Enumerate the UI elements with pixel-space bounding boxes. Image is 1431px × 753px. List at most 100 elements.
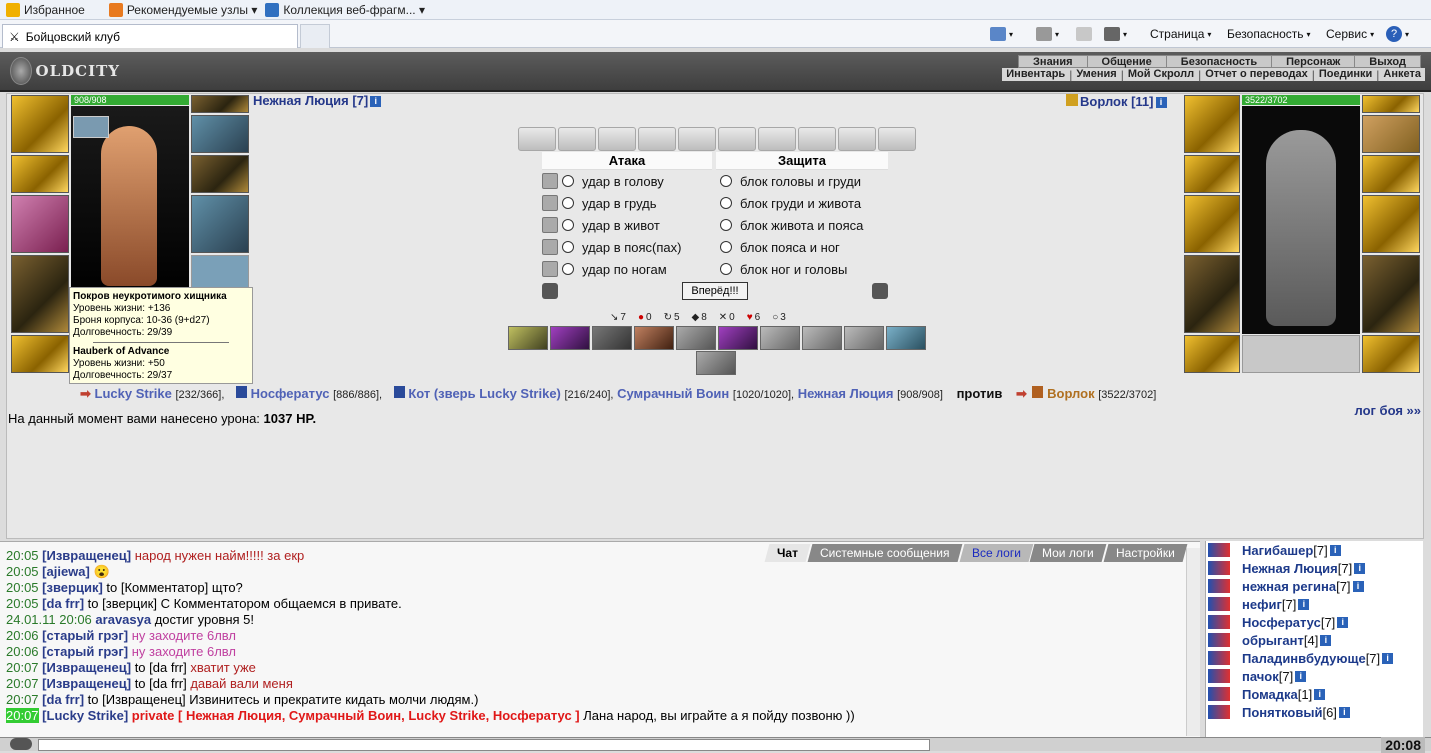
attack-stomach[interactable]: удар в живот [542,214,712,236]
attack-legs[interactable]: удар по ногам [542,258,712,280]
scroll-slot[interactable] [878,127,916,151]
info-icon[interactable]: i [1295,670,1307,682]
checkbox[interactable] [542,195,558,211]
bracers-slot[interactable] [11,155,69,193]
scroll-slot[interactable] [518,127,556,151]
info-icon[interactable]: i [1354,562,1366,574]
enemy-boots-slot[interactable] [1362,255,1420,333]
ally-name[interactable]: Кот (зверь Lucky Strike) [408,386,561,401]
cancel-icon[interactable] [542,283,558,299]
radio-button[interactable] [720,197,732,209]
block-stomach-belt[interactable]: блок живота и пояса [716,214,888,236]
info-icon[interactable]: i [1298,598,1310,610]
ally-name[interactable]: Lucky Strike [95,386,172,401]
skill-heal-icon[interactable] [634,326,674,350]
user-list-item[interactable]: Понятковый [6] i [1208,703,1423,721]
user-list-item[interactable]: Паладинвбудующе [7] i [1208,649,1423,667]
player-avatar[interactable] [71,106,189,296]
enemy-belt-slot[interactable] [1184,335,1240,373]
skill-dash-icon[interactable] [802,326,842,350]
chat-nick[interactable]: aravasya [95,612,151,627]
skill-magic-icon[interactable] [550,326,590,350]
radio-button[interactable] [562,175,574,187]
belt-slot[interactable] [11,335,69,373]
scroll-slot[interactable] [838,127,876,151]
radio-button[interactable] [562,219,574,231]
enemy-extra-slot[interactable] [1362,335,1420,373]
menu-scroll[interactable]: Мой Скролл [1124,68,1198,81]
private-message-icon[interactable] [1208,651,1230,665]
enemy-helmet-slot[interactable] [1184,95,1240,153]
attack-button[interactable]: Вперёд!!! [682,282,748,300]
menu-skills[interactable]: Умения [1072,68,1120,81]
tools-menu[interactable]: Сервис ▾ [1326,24,1374,44]
gloves-slot[interactable] [191,155,249,193]
favorites-button[interactable]: Избранное [6,2,85,17]
info-icon[interactable]: i [1338,706,1350,718]
radio-button[interactable] [720,219,732,231]
private-message-icon[interactable] [1208,597,1230,611]
player-name[interactable]: Нежная Люция [7] i [253,93,382,108]
mail-button[interactable] [1076,24,1092,44]
enemy-armor-slot[interactable] [1184,255,1240,333]
security-menu[interactable]: Безопасность ▾ [1227,24,1311,44]
chat-nick[interactable]: [ajiewa] [42,564,90,579]
feeds-button[interactable]: ▾ [1036,24,1059,44]
private-message-icon[interactable] [1208,543,1230,557]
chat-scrollbar[interactable] [1186,548,1200,736]
checkbox[interactable] [542,239,558,255]
ally-name[interactable]: Сумрачный Воин [617,386,729,401]
scroll-slot[interactable] [638,127,676,151]
scroll-slot[interactable] [718,127,756,151]
radio-button[interactable] [720,241,732,253]
user-list-item[interactable]: пачок [7] i [1208,667,1423,685]
chat-nick[interactable]: [старый грэг] [42,644,128,659]
private-message-icon[interactable] [1208,669,1230,683]
private-message-icon[interactable] [1208,633,1230,647]
scroll-slot[interactable] [598,127,636,151]
user-list-item[interactable]: Помадка [1] i [1208,685,1423,703]
block-chest-stomach[interactable]: блок груди и живота [716,192,888,214]
helmet-slot[interactable] [11,95,69,153]
battle-log-link[interactable]: лог боя »» [1354,403,1421,418]
ally-name[interactable]: Нежная Люция [798,386,894,401]
attack-chest[interactable]: удар в грудь [542,192,712,214]
radio-button[interactable] [720,263,732,275]
chat-input[interactable] [38,739,930,751]
page-menu[interactable]: Страница ▾ [1150,24,1211,44]
shield-slot[interactable] [191,255,249,291]
enemy-bracers-slot[interactable] [1184,155,1240,193]
user-list-item[interactable]: нежная регина [7] i [1208,577,1423,595]
enemy-name[interactable]: Ворлок [11] i [1066,94,1167,109]
recommended-sites[interactable]: Рекомендуемые узлы ▾ [108,2,257,17]
refresh-icon[interactable] [872,283,888,299]
user-list-item[interactable]: Нежная Люция [7] i [1208,559,1423,577]
chat-nick[interactable]: [da frr] [42,692,84,707]
info-icon[interactable]: i [370,96,382,108]
enemy-team-name[interactable]: Ворлок [1047,386,1094,401]
ally-name[interactable]: Носфератус [251,386,330,401]
info-icon[interactable]: i [1320,634,1332,646]
block-head-chest[interactable]: блок головы и груди [716,170,888,192]
attack-head[interactable]: удар в голову [542,170,712,192]
menu-knowledge[interactable]: Знания [1019,56,1088,68]
weapon-slot[interactable] [11,195,69,253]
menu-exit[interactable]: Выход [1355,56,1420,68]
chat-nick[interactable]: [Lucky Strike] [42,708,128,723]
block-legs-head[interactable]: блок ног и головы [716,258,888,280]
chat-nick[interactable]: [зверцик] [42,580,103,595]
info-icon[interactable]: i [1352,580,1364,592]
info-icon[interactable]: i [1382,652,1394,664]
radio-button[interactable] [562,241,574,253]
radio-button[interactable] [562,197,574,209]
menu-inventory[interactable]: Инвентарь [1002,68,1069,81]
private-message-icon[interactable] [1208,705,1230,719]
chat-nick[interactable]: [Извращенец] [42,676,131,691]
chat-nick[interactable]: [старый грэг] [42,628,128,643]
skill-strike-icon[interactable] [676,326,716,350]
skill-thrust-icon[interactable] [844,326,884,350]
menu-communication[interactable]: Общение [1088,56,1167,68]
private-message-icon[interactable] [1208,615,1230,629]
enemy-avatar[interactable] [1242,106,1360,334]
chat-nick[interactable]: [da frr] [42,596,84,611]
